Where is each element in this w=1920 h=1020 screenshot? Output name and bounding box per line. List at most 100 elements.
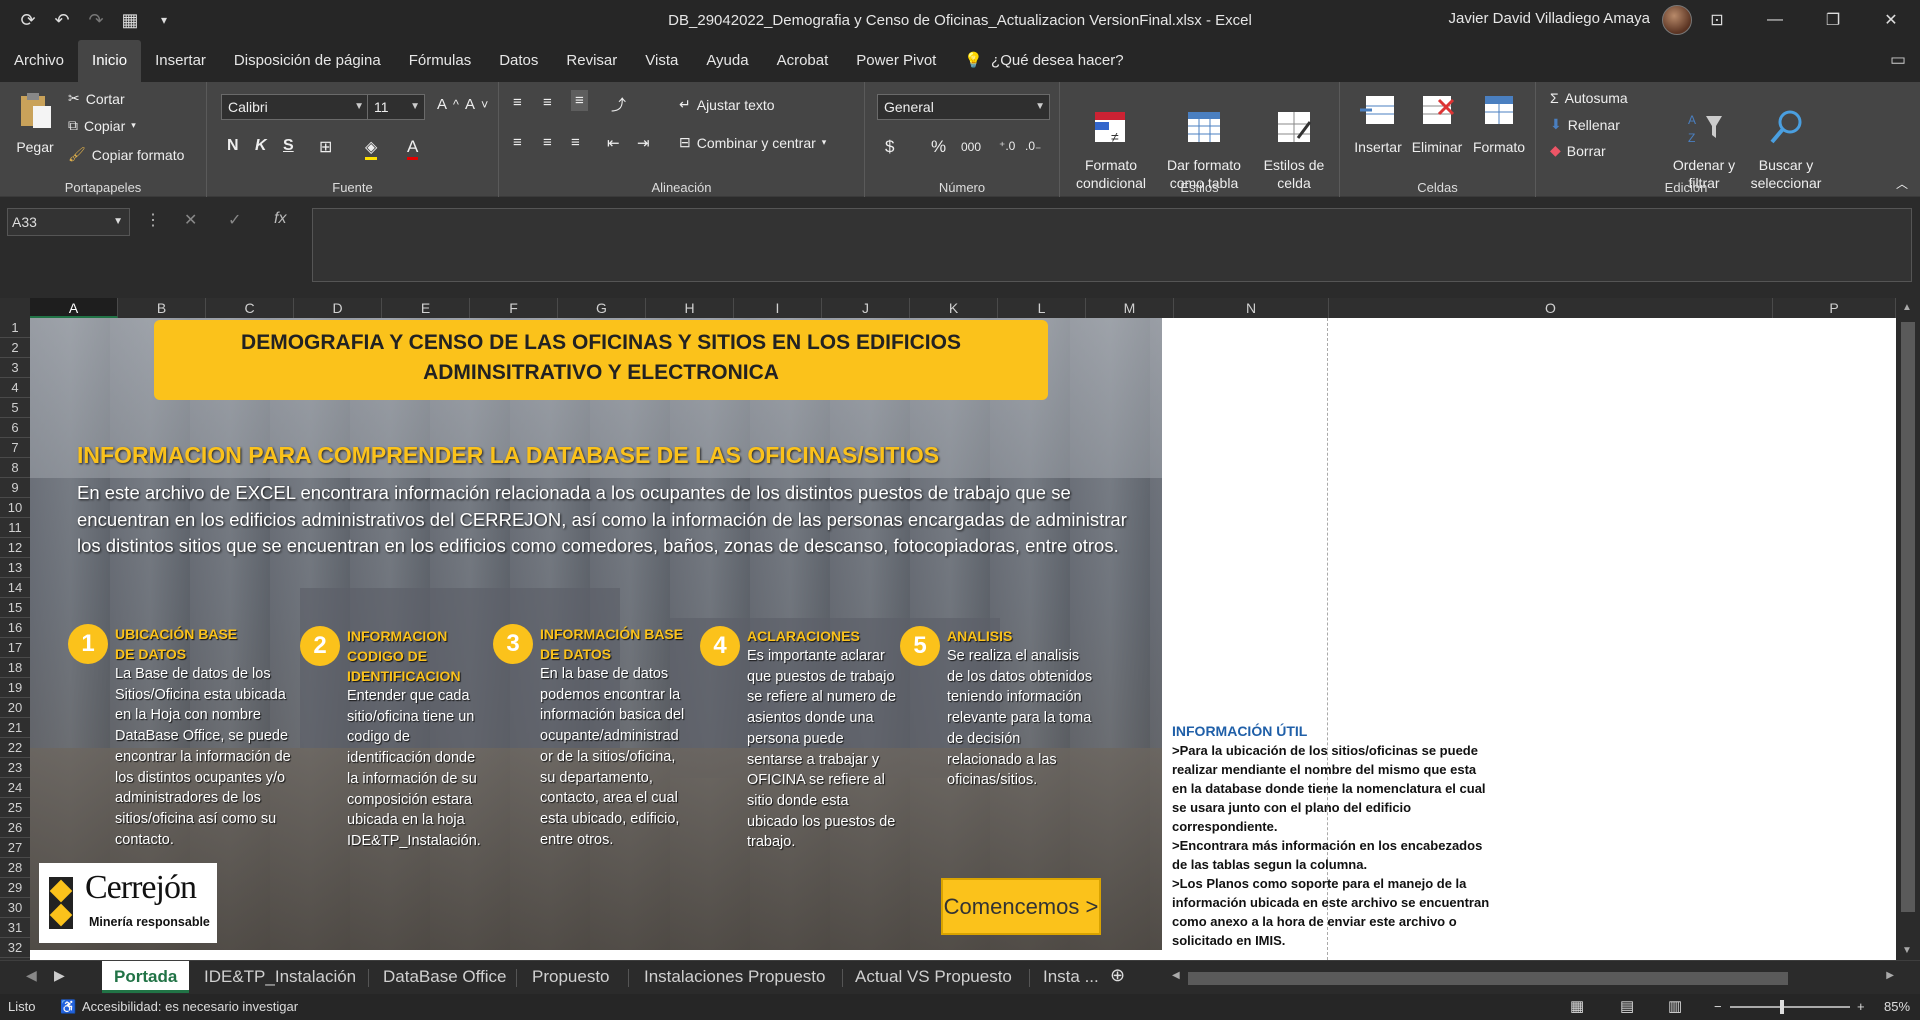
autosum-button[interactable]: Σ Autosuma xyxy=(1550,90,1628,106)
row-header[interactable]: 26 xyxy=(0,818,30,838)
scroll-up-icon[interactable]: ▲ xyxy=(1902,302,1912,313)
row-header[interactable]: 20 xyxy=(0,698,30,718)
page-layout-icon[interactable]: ▤ xyxy=(1620,997,1634,1015)
cancel-icon[interactable]: ✕ xyxy=(184,210,197,230)
scroll-down-icon[interactable]: ▼ xyxy=(1902,945,1912,956)
percent-button[interactable]: % xyxy=(931,137,946,157)
align-bottom-button[interactable]: ≡ xyxy=(571,90,588,111)
close-icon[interactable]: ✕ xyxy=(1862,0,1920,40)
fill-color-button[interactable]: ◈ xyxy=(365,137,378,160)
format-painter-button[interactable]: 🖌 Copiar formato xyxy=(68,146,184,163)
row-header[interactable]: 28 xyxy=(0,858,30,878)
page-break-view-icon[interactable]: ▥ xyxy=(1668,997,1682,1015)
italic-button[interactable]: K xyxy=(255,137,267,155)
row-header[interactable]: 5 xyxy=(0,398,30,418)
bold-button[interactable]: N xyxy=(227,137,239,155)
row-header[interactable]: 24 xyxy=(0,778,30,798)
tab-acrobat[interactable]: Acrobat xyxy=(763,40,843,82)
row-header[interactable]: 12 xyxy=(0,538,30,558)
autosave-icon[interactable]: ⟳ xyxy=(14,6,42,34)
tab-ayuda[interactable]: Ayuda xyxy=(692,40,762,82)
name-box[interactable]: A33 ▼ xyxy=(7,208,130,236)
row-header[interactable]: 30 xyxy=(0,898,30,918)
enter-icon[interactable]: ✓ xyxy=(228,210,241,230)
sheet-tab-portada[interactable]: Portada xyxy=(102,961,190,993)
worksheet[interactable]: DEMOGRAFIA Y CENSO DE LAS OFICINAS Y SIT… xyxy=(30,318,1896,960)
tab-formulas[interactable]: Fórmulas xyxy=(395,40,486,82)
paste-button[interactable]: Pegar xyxy=(10,90,60,156)
number-format-select[interactable]: General ▼ xyxy=(877,94,1050,120)
row-header[interactable]: 1 xyxy=(0,318,30,338)
align-top-button[interactable]: ≡ xyxy=(513,94,522,111)
column-header[interactable]: O xyxy=(1329,298,1773,318)
cut-button[interactable]: ✂ Cortar xyxy=(68,90,125,107)
scroll-left-icon[interactable]: ◀ xyxy=(1172,970,1180,981)
borders-button[interactable]: ⊞ xyxy=(319,137,332,157)
comments-icon[interactable]: ▭ xyxy=(1890,50,1906,70)
copy-button[interactable]: ⧉ Copiar ▾ xyxy=(68,117,136,134)
row-header[interactable]: 19 xyxy=(0,678,30,698)
row-header[interactable]: 8 xyxy=(0,458,30,478)
column-header[interactable]: C xyxy=(206,298,294,318)
tab-inicio[interactable]: Inicio xyxy=(78,40,142,82)
vertical-scrollbar[interactable]: ▲ ▼ xyxy=(1896,298,1920,960)
font-name-select[interactable]: Calibri ▼ xyxy=(221,94,369,120)
underline-button[interactable]: S xyxy=(283,137,294,155)
scrollbar-thumb[interactable] xyxy=(1901,322,1915,912)
accessibility-icon[interactable]: ♿ xyxy=(60,999,76,1015)
orientation-button[interactable]: ⤴ xyxy=(611,94,626,115)
column-header[interactable]: P xyxy=(1773,298,1896,318)
column-header[interactable]: A xyxy=(30,298,118,318)
minimize-icon[interactable]: — xyxy=(1746,0,1804,40)
cell-styles-button[interactable]: Estilos de celda xyxy=(1256,90,1332,192)
sheet-tab[interactable]: Actual VS Propuesto xyxy=(843,961,1024,993)
column-header[interactable]: F xyxy=(470,298,558,318)
column-header[interactable]: D xyxy=(294,298,382,318)
tab-revisar[interactable]: Revisar xyxy=(552,40,631,82)
column-header[interactable]: N xyxy=(1174,298,1329,318)
row-header[interactable]: 32 xyxy=(0,938,30,958)
column-header[interactable]: G xyxy=(558,298,646,318)
row-header[interactable]: 7 xyxy=(0,438,30,458)
tab-archivo[interactable]: Archivo xyxy=(0,40,78,82)
row-header[interactable]: 29 xyxy=(0,878,30,898)
horizontal-scrollbar[interactable]: ◀ ▶ xyxy=(1168,969,1898,987)
tab-insertar[interactable]: Insertar xyxy=(141,40,220,82)
redo-icon[interactable]: ↷ xyxy=(82,6,110,34)
fill-button[interactable]: ⬇ Rellenar xyxy=(1550,116,1620,133)
column-header[interactable]: E xyxy=(382,298,470,318)
sheet-tab[interactable]: Propuesto xyxy=(520,961,622,993)
sheet-tab[interactable]: DataBase Office xyxy=(371,961,518,993)
row-header[interactable]: 3 xyxy=(0,358,30,378)
sort-filter-button[interactable]: AZ Ordenar y filtrar xyxy=(1668,90,1740,192)
tab-disposicion[interactable]: Disposición de página xyxy=(220,40,395,82)
font-color-button[interactable]: A xyxy=(407,137,419,160)
column-header[interactable]: B xyxy=(118,298,206,318)
tab-power-pivot[interactable]: Power Pivot xyxy=(842,40,950,82)
row-header[interactable]: 15 xyxy=(0,598,30,618)
table-icon[interactable]: ▦ xyxy=(116,6,144,34)
insert-function-icon[interactable]: fx xyxy=(274,210,286,228)
increase-decimal-button[interactable]: ⁺.0 xyxy=(999,139,1015,153)
merge-center-button[interactable]: ⊟ Combinar y centrar ▾ xyxy=(679,134,826,151)
find-select-button[interactable]: Buscar y seleccionar xyxy=(1742,90,1830,192)
shrink-font-button[interactable]: A ˅ xyxy=(465,96,488,113)
row-header[interactable]: 2 xyxy=(0,338,30,358)
scroll-right-icon[interactable]: ▶ xyxy=(1886,970,1894,981)
zoom-out-icon[interactable]: − xyxy=(1714,999,1722,1014)
row-header[interactable]: 21 xyxy=(0,718,30,738)
format-cells-button[interactable]: Formato xyxy=(1468,90,1530,156)
grow-font-button[interactable]: A ^ xyxy=(437,96,459,113)
delete-cells-button[interactable]: Eliminar xyxy=(1408,90,1466,156)
sheet-tab[interactable]: Instalaciones Propuesto xyxy=(632,961,837,993)
column-header[interactable]: I xyxy=(734,298,822,318)
customize-qat-icon[interactable]: ▾ xyxy=(150,6,178,34)
column-header[interactable]: J xyxy=(822,298,910,318)
accessibility-status[interactable]: Accesibilidad: es necesario investigar xyxy=(82,999,298,1014)
ribbon-display-icon[interactable]: ⊡ xyxy=(1688,0,1746,40)
scrollbar-thumb[interactable] xyxy=(1188,972,1788,985)
zoom-in-icon[interactable]: + xyxy=(1857,999,1865,1014)
tell-me-box[interactable]: 💡 ¿Qué desea hacer? xyxy=(950,40,1137,82)
sheet-tab[interactable]: IDE&TP_Instalación xyxy=(192,961,368,993)
normal-view-icon[interactable]: ▦ xyxy=(1570,997,1584,1015)
